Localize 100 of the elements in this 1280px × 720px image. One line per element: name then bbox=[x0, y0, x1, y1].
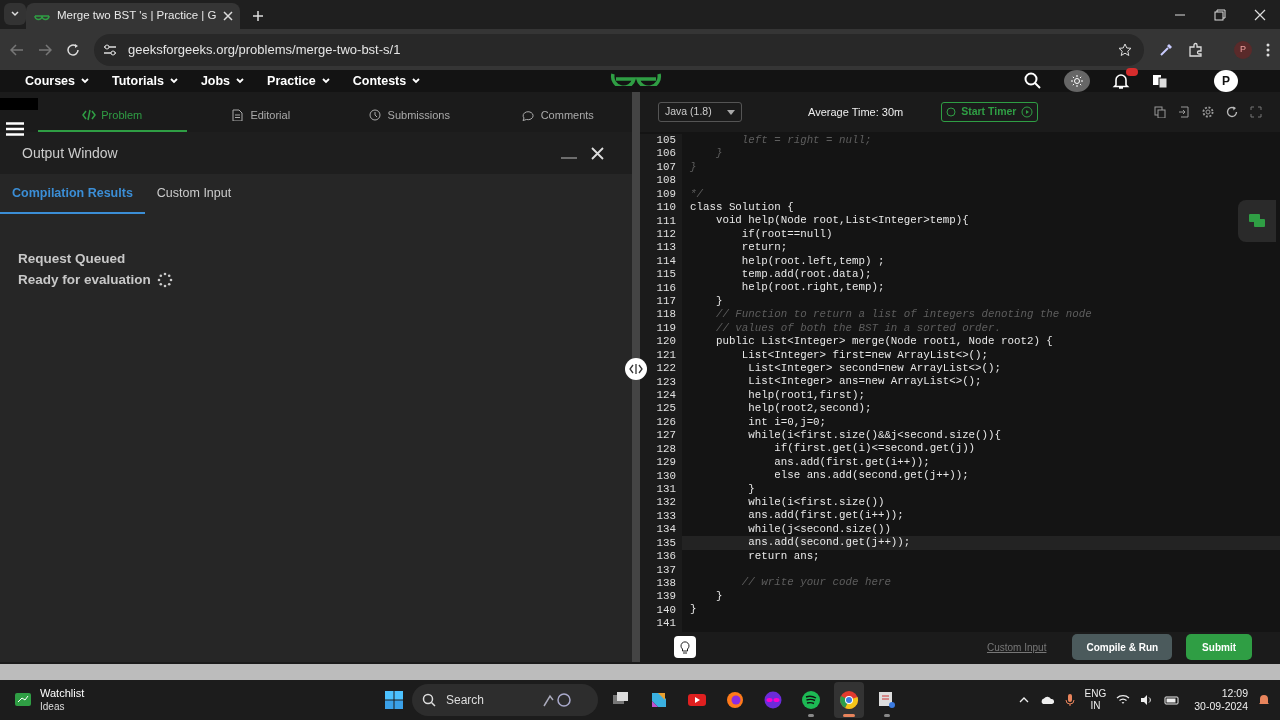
region-code[interactable]: IN bbox=[1090, 700, 1101, 712]
line-number: 120 bbox=[655, 335, 676, 349]
language-dropdown[interactable]: Java (1.8) bbox=[658, 102, 742, 122]
clock-date[interactable]: 30-09-2024 bbox=[1194, 700, 1248, 713]
chevron-down-icon[interactable] bbox=[80, 77, 91, 85]
line-number: 139 bbox=[655, 590, 676, 604]
chevron-down-icon[interactable] bbox=[411, 77, 422, 85]
sun-icon bbox=[1071, 75, 1083, 87]
microphone-icon[interactable] bbox=[1064, 693, 1075, 707]
line-number: 119 bbox=[655, 321, 676, 336]
close-icon[interactable] bbox=[1254, 8, 1266, 21]
output-tab[interactable]: Compilation Results bbox=[0, 174, 145, 214]
user-avatar[interactable]: P bbox=[1214, 70, 1238, 92]
back-arrow-icon[interactable] bbox=[10, 43, 24, 56]
nav-menu[interactable]: Jobs bbox=[200, 71, 231, 91]
code-line: List<Integer> first=new ArrayList<>(); bbox=[740, 348, 989, 362]
sound-waves-icon[interactable] bbox=[801, 690, 821, 710]
clock-icon bbox=[368, 109, 383, 121]
stock-chart-icon bbox=[14, 692, 32, 708]
clock-time[interactable]: 12:09 bbox=[1221, 687, 1248, 700]
chat-bubble-icon bbox=[521, 109, 536, 121]
compile-run-button[interactable]: Compile & Run bbox=[1072, 634, 1173, 660]
browser-tab[interactable]: Merge two BST 's | Practice | G bbox=[26, 3, 240, 29]
nav-menu[interactable]: Contests bbox=[352, 71, 407, 91]
forward-arrow-icon[interactable] bbox=[38, 43, 52, 56]
line-number: 128 bbox=[655, 442, 676, 457]
globe-icon[interactable] bbox=[725, 690, 745, 710]
double-arrow-icon bbox=[629, 364, 643, 374]
output-tab[interactable]: Custom Input bbox=[144, 174, 244, 214]
line-number: 138 bbox=[655, 576, 676, 591]
problem-tab[interactable]: Comments bbox=[483, 100, 632, 132]
nav-menu[interactable]: Tutorials bbox=[112, 71, 164, 91]
new-tab-icon[interactable] bbox=[252, 10, 264, 22]
code-line: return; bbox=[740, 241, 788, 255]
chevron-down-icon[interactable] bbox=[320, 77, 331, 85]
lightbulb-icon bbox=[678, 640, 692, 654]
line-number: 124 bbox=[655, 389, 676, 403]
nav-menu[interactable]: Practice bbox=[267, 71, 316, 91]
chevron-down-icon[interactable] bbox=[168, 77, 179, 85]
code-line: temp.add(root.data); bbox=[740, 268, 872, 282]
language-code[interactable]: ENG bbox=[1084, 688, 1107, 700]
battery-icon[interactable] bbox=[1164, 695, 1181, 705]
code-line: } bbox=[747, 482, 755, 496]
menu-icon[interactable] bbox=[6, 122, 24, 136]
line-number: 134 bbox=[655, 523, 676, 537]
browser-icon[interactable] bbox=[839, 690, 859, 710]
settings-icon[interactable] bbox=[1202, 106, 1214, 118]
close-icon[interactable] bbox=[223, 11, 234, 21]
puzzle-piece-icon[interactable] bbox=[1188, 41, 1204, 58]
line-number: 127 bbox=[655, 429, 676, 443]
problem-tab[interactable]: Submissions bbox=[335, 100, 484, 132]
bookmark-star-icon[interactable] bbox=[1118, 42, 1132, 57]
line-number: 137 bbox=[655, 563, 676, 577]
start-timer-button[interactable]: Start Timer bbox=[941, 102, 1039, 122]
address-field[interactable]: geeksforgeeks.org/problems/merge-two-bst-s/1 bbox=[94, 33, 1144, 66]
code-icon bbox=[82, 109, 97, 121]
wifi-icon[interactable] bbox=[1116, 694, 1131, 706]
line-number: 116 bbox=[655, 281, 676, 296]
problem-tab[interactable]: Editorial bbox=[186, 100, 335, 132]
copy-icon[interactable] bbox=[1154, 106, 1166, 118]
search-field[interactable]: Search bbox=[444, 690, 534, 710]
code-line: while(i<first.size()&&j<second.size()){ bbox=[747, 428, 1001, 443]
mask-icon[interactable] bbox=[763, 690, 783, 710]
screenshot-tool-icon[interactable] bbox=[877, 690, 897, 710]
site-settings-icon[interactable] bbox=[102, 42, 118, 57]
line-number: 121 bbox=[655, 348, 676, 363]
widget-subtitle: Ideas bbox=[40, 700, 66, 713]
code-line: while(j<second.size()) bbox=[747, 522, 891, 537]
custom-input-link[interactable]: Custom Input bbox=[980, 638, 1053, 656]
active-app-button[interactable] bbox=[834, 682, 864, 718]
search-icon[interactable] bbox=[1024, 72, 1042, 90]
theme-toggle-button[interactable] bbox=[1064, 70, 1090, 92]
reset-icon[interactable] bbox=[1226, 106, 1238, 118]
swirl-icon[interactable] bbox=[649, 690, 669, 710]
nav-menu[interactable]: Courses bbox=[25, 71, 76, 91]
line-number: 132 bbox=[655, 496, 676, 510]
line-number: 135 bbox=[655, 536, 676, 551]
line-number: 113 bbox=[655, 241, 676, 255]
line-number: 123 bbox=[655, 375, 676, 389]
code-line: List<Integer> second=new ArrayList<>(); bbox=[747, 361, 1001, 376]
line-number: 108 bbox=[655, 174, 676, 188]
code-line: help(root2,second); bbox=[747, 402, 872, 416]
tab-list-button[interactable] bbox=[4, 3, 26, 25]
widget-button[interactable]: Watchlist Ideas bbox=[10, 687, 85, 713]
start-icon[interactable] bbox=[384, 690, 404, 710]
profile-avatar[interactable]: P bbox=[1234, 40, 1252, 59]
close-icon[interactable] bbox=[591, 146, 604, 160]
chevron-down-icon[interactable] bbox=[235, 77, 246, 85]
export-icon[interactable] bbox=[1178, 106, 1190, 118]
eyedropper-icon[interactable] bbox=[1158, 41, 1174, 58]
more-menu-icon[interactable] bbox=[1266, 42, 1270, 57]
horizontal-scrollbar[interactable] bbox=[0, 662, 1280, 680]
chevron-up-icon[interactable] bbox=[1018, 696, 1029, 704]
chevron-down-icon[interactable] bbox=[10, 9, 20, 19]
restore-icon[interactable] bbox=[1214, 8, 1226, 21]
search-bar[interactable]: Search bbox=[412, 684, 598, 716]
reload-icon[interactable] bbox=[66, 42, 80, 57]
fullscreen-icon[interactable] bbox=[1250, 106, 1262, 118]
hint-button[interactable] bbox=[674, 636, 696, 658]
chat-button[interactable] bbox=[1238, 200, 1276, 242]
